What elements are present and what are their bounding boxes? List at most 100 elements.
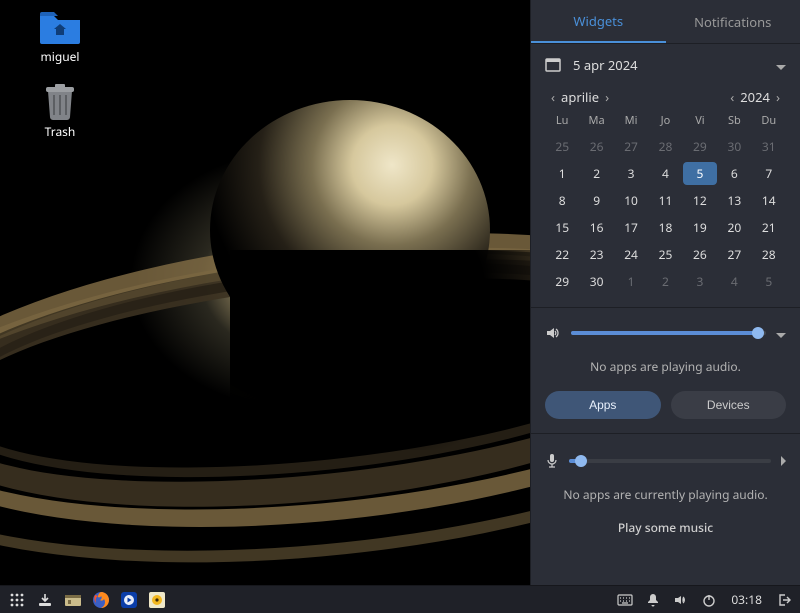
- seg-apps-button[interactable]: Apps: [545, 391, 661, 419]
- audio-status-text: No apps are playing audio.: [531, 348, 800, 385]
- calendar-dow: Du: [752, 110, 786, 131]
- calendar-day[interactable]: 17: [614, 216, 648, 239]
- calendar-day[interactable]: 6: [717, 162, 751, 185]
- calendar-day-prev[interactable]: 30: [717, 135, 751, 158]
- calendar-day[interactable]: 8: [545, 189, 579, 212]
- folder-home-icon: [38, 10, 82, 46]
- media-player-launcher[interactable]: [118, 589, 140, 611]
- panel-tabs: Widgets Notifications: [531, 0, 800, 44]
- seg-devices-button[interactable]: Devices: [671, 391, 787, 419]
- calendar-day-prev[interactable]: 27: [614, 135, 648, 158]
- downloads-launcher[interactable]: [34, 589, 56, 611]
- calendar-day-next[interactable]: 4: [717, 270, 751, 293]
- calendar-day[interactable]: 18: [648, 216, 682, 239]
- volume-icon[interactable]: [545, 325, 561, 341]
- calendar-dow: Sb: [717, 110, 751, 131]
- file-manager-launcher[interactable]: [62, 589, 84, 611]
- calendar-day[interactable]: 25: [648, 243, 682, 266]
- taskbar: 03:18: [0, 585, 800, 613]
- calendar-day[interactable]: 5: [683, 162, 717, 185]
- calendar-day[interactable]: 13: [717, 189, 751, 212]
- calendar-day[interactable]: 9: [579, 189, 613, 212]
- calendar-day[interactable]: 28: [752, 243, 786, 266]
- calendar-day[interactable]: 24: [614, 243, 648, 266]
- calendar-dow: Lu: [545, 110, 579, 131]
- calendar-day[interactable]: 29: [545, 270, 579, 293]
- desktop-icon-label: miguel: [41, 48, 80, 65]
- calendar-day-prev[interactable]: 31: [752, 135, 786, 158]
- calendar-day[interactable]: 20: [717, 216, 751, 239]
- separator: [531, 433, 800, 434]
- date-label: 5 apr 2024: [573, 56, 638, 74]
- volume-expand-icon[interactable]: [776, 324, 786, 342]
- calendar-day[interactable]: 16: [579, 216, 613, 239]
- firefox-launcher[interactable]: [90, 589, 112, 611]
- sound-icon: [674, 593, 688, 607]
- media-player-icon: [120, 591, 138, 609]
- calendar-day-next[interactable]: 2: [648, 270, 682, 293]
- calendar-day[interactable]: 3: [614, 162, 648, 185]
- trash-icon: [42, 83, 78, 121]
- session-menu-button[interactable]: [774, 589, 794, 611]
- desktop-icon-home-folder[interactable]: miguel: [20, 10, 100, 65]
- tab-widgets[interactable]: Widgets: [531, 0, 666, 43]
- keyboard-indicator[interactable]: [615, 589, 635, 611]
- calendar-day-prev[interactable]: 29: [683, 135, 717, 158]
- calendar-day-prev[interactable]: 26: [579, 135, 613, 158]
- calendar-day-prev[interactable]: 28: [648, 135, 682, 158]
- microphone-icon[interactable]: [545, 453, 559, 469]
- play-music-link[interactable]: Play some music: [531, 513, 800, 536]
- month-label: aprilie: [561, 88, 599, 106]
- calendar-day[interactable]: 19: [683, 216, 717, 239]
- calendar-dow: Vi: [683, 110, 717, 131]
- taskbar-clock[interactable]: 03:18: [727, 591, 766, 608]
- calendar-day[interactable]: 21: [752, 216, 786, 239]
- microphone-slider[interactable]: [569, 459, 771, 463]
- month-next-button[interactable]: ›: [599, 88, 615, 106]
- calendar-day[interactable]: 26: [683, 243, 717, 266]
- calendar-day-prev[interactable]: 25: [545, 135, 579, 158]
- calendar-day-next[interactable]: 1: [614, 270, 648, 293]
- calendar-day[interactable]: 12: [683, 189, 717, 212]
- keyboard-icon: [617, 594, 633, 606]
- logout-icon: [777, 593, 791, 607]
- power-indicator[interactable]: [699, 589, 719, 611]
- calendar-day[interactable]: 15: [545, 216, 579, 239]
- month-prev-button[interactable]: ‹: [545, 88, 561, 106]
- calendar-day[interactable]: 22: [545, 243, 579, 266]
- calendar-day[interactable]: 23: [579, 243, 613, 266]
- calendar-day[interactable]: 2: [579, 162, 613, 185]
- calendar-day[interactable]: 27: [717, 243, 751, 266]
- volume-slider[interactable]: [571, 331, 766, 335]
- taskbar-left: [6, 589, 168, 611]
- desktop-icon-label: Trash: [45, 123, 76, 140]
- calendar-day-next[interactable]: 3: [683, 270, 717, 293]
- date-selector[interactable]: 5 apr 2024: [531, 44, 800, 82]
- year-next-button[interactable]: ›: [770, 88, 786, 106]
- sound-indicator[interactable]: [671, 589, 691, 611]
- mic-status-text: No apps are currently playing audio.: [531, 476, 800, 513]
- calendar-today-icon: [545, 57, 561, 73]
- calendar-dow: Mi: [614, 110, 648, 131]
- music-player-icon: [148, 591, 166, 609]
- notifications-indicator[interactable]: [643, 589, 663, 611]
- calendar-day[interactable]: 10: [614, 189, 648, 212]
- tab-notifications[interactable]: Notifications: [666, 0, 800, 43]
- calendar-day-next[interactable]: 5: [752, 270, 786, 293]
- microphone-expand-icon[interactable]: [781, 452, 786, 470]
- calendar-day[interactable]: 14: [752, 189, 786, 212]
- year-label: 2024: [740, 88, 770, 106]
- calendar-day[interactable]: 30: [579, 270, 613, 293]
- date-expand-icon[interactable]: [776, 56, 786, 74]
- music-player-launcher[interactable]: [146, 589, 168, 611]
- calendar-day[interactable]: 4: [648, 162, 682, 185]
- calendar-day[interactable]: 7: [752, 162, 786, 185]
- calendar-day[interactable]: 1: [545, 162, 579, 185]
- grid-apps-icon: [9, 592, 25, 608]
- wallpaper-decoration: [230, 250, 550, 450]
- calendar-day[interactable]: 11: [648, 189, 682, 212]
- desktop-icon-trash[interactable]: Trash: [20, 83, 100, 140]
- year-prev-button[interactable]: ‹: [724, 88, 740, 106]
- wallpaper-decoration: [210, 100, 490, 360]
- app-menu-button[interactable]: [6, 589, 28, 611]
